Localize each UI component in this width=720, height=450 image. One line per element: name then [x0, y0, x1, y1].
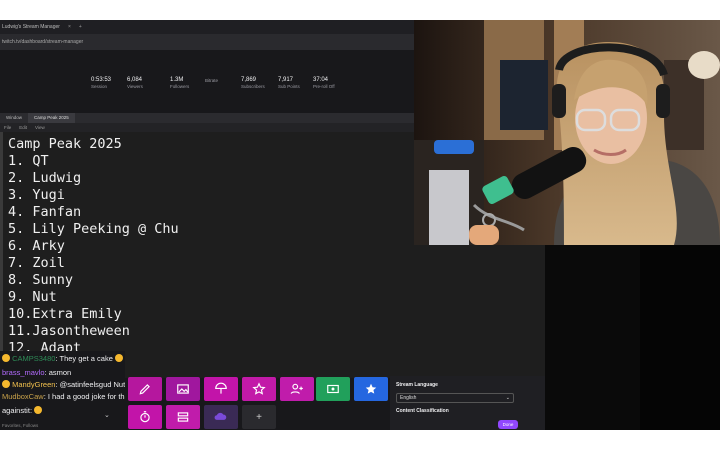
quick-action-button[interactable] — [242, 377, 276, 401]
quick-action-button[interactable] — [204, 405, 238, 429]
chat-username[interactable]: CAMPS3480 — [12, 354, 55, 363]
quick-action-button[interactable] — [204, 377, 238, 401]
chat-username[interactable]: brass_mavlo — [2, 368, 45, 377]
notepad-line: 3. Yugi — [8, 187, 65, 203]
browser-tab-title[interactable]: Ludwig's Stream Manager — [2, 24, 60, 30]
tab-window[interactable]: Window — [0, 113, 28, 123]
language-label: Stream Language — [396, 382, 438, 388]
stream-screen: Ludwig's Stream Manager × + twitch.tv/dash… — [0, 20, 720, 430]
image-icon — [177, 384, 189, 394]
prediction-icon — [215, 382, 227, 394]
close-icon[interactable]: × — [68, 24, 71, 30]
badge-icon — [2, 380, 10, 388]
chat-message: MudboxCaw: I had a good joke for that bu… — [2, 392, 125, 401]
background-panel — [640, 245, 720, 430]
notepad-line: 11.Jasontheween — [8, 323, 130, 339]
timer-icon — [140, 411, 150, 423]
chat-footer: Favorites, Follows — [2, 423, 39, 428]
classification-label: Content Classification — [396, 408, 449, 414]
menu-view[interactable]: View — [31, 125, 49, 130]
emote-icon — [114, 354, 123, 362]
chat-panel: CAMPS3480: They get a cake brass_mavlo: … — [0, 351, 125, 430]
chat-message: againstit: — [2, 406, 43, 415]
notepad-line: 5. Lily Peeking @ Chu — [8, 221, 179, 237]
chat-text: They get a cake — [59, 354, 113, 363]
ad-icon — [327, 384, 339, 394]
stat-bitrate: Bitrate — [205, 78, 219, 83]
notepad-line: 1. QT — [8, 153, 49, 169]
stats-bar: 0:53:53 Session 6,084 Viewers 1.3M Follower… — [0, 77, 414, 111]
webcam-feed — [414, 20, 720, 245]
add-user-icon — [290, 383, 303, 394]
emote-icon — [34, 406, 43, 414]
notepad-line: 2. Ludwig — [8, 170, 82, 186]
add-action-button[interactable]: + — [242, 405, 276, 429]
notepad-line: 10.Extra Emily — [8, 306, 122, 322]
emote-icon — [2, 354, 10, 362]
quick-action-button[interactable] — [316, 377, 350, 401]
chat-username[interactable]: againstit — [2, 406, 30, 415]
chat-username[interactable]: MudboxCaw — [2, 392, 44, 401]
webcam-image — [414, 20, 720, 245]
stat-viewers: 6,084 Viewers — [127, 77, 143, 89]
notepad-line: 8. Sunny — [8, 272, 74, 288]
notepad-line: 7. Zoil — [8, 255, 65, 271]
new-tab-icon[interactable]: + — [79, 24, 82, 30]
language-select[interactable]: English ⌄ — [396, 393, 514, 403]
chat-message: MandyGreen: @satinfeelsgud Nut — [2, 380, 125, 389]
quick-action-button[interactable] — [166, 405, 200, 429]
quick-action-button[interactable] — [354, 377, 388, 401]
browser-tab-bar[interactable]: Ludwig's Stream Manager × + — [0, 20, 414, 34]
star-filled-icon — [365, 383, 377, 394]
star-icon — [252, 382, 266, 395]
stat-pre-roll: 37:04 Pre-roll Off — [313, 77, 335, 89]
chat-text: I had a good joke for that but decided — [47, 392, 125, 401]
notepad-line: 9. Nut — [8, 289, 57, 305]
quick-action-button[interactable] — [166, 377, 200, 401]
notepad-line: 6. Arky — [8, 238, 65, 254]
done-button[interactable]: Done — [498, 420, 518, 429]
list-icon — [177, 412, 189, 422]
notepad-line: 4. Fanfan — [8, 204, 82, 220]
pen-icon — [139, 384, 150, 395]
quick-action-button[interactable] — [280, 377, 314, 401]
chevron-down-icon: ⌄ — [505, 395, 510, 401]
menu-file[interactable]: File — [0, 125, 15, 130]
url-text[interactable]: twitch.tv/dashboard/stream-manager — [2, 39, 83, 45]
stat-session: 0:53:53 Session — [91, 77, 112, 89]
menu-edit[interactable]: Edit — [15, 125, 31, 130]
stat-followers: 1.3M Followers — [170, 77, 190, 89]
chat-text: @satinfeelsgud Nut — [59, 380, 125, 389]
stat-subscribers: 7,869 Subscribers — [241, 77, 265, 89]
chat-text: asmon — [48, 368, 72, 377]
notepad-title: Camp Peak 2025 — [8, 136, 122, 152]
quick-action-button[interactable] — [128, 377, 162, 401]
chat-username[interactable]: MandyGreen — [12, 380, 55, 389]
stream-info-panel: Stream Language English ⌄ Content Classif… — [390, 376, 545, 430]
chat-message: brass_mavlo: asmon — [2, 368, 72, 377]
stat-sub-points: 7,917 Sub Points — [278, 77, 300, 89]
address-bar[interactable]: twitch.tv/dashboard/stream-manager — [0, 34, 414, 50]
chat-message: CAMPS3480: They get a cake — [2, 354, 123, 363]
cloud-icon — [214, 412, 227, 420]
quick-action-button[interactable] — [128, 405, 162, 429]
tab-camp-peak[interactable]: Camp Peak 2025 — [28, 113, 75, 123]
chevron-down-icon[interactable]: ⌄ — [104, 411, 110, 419]
